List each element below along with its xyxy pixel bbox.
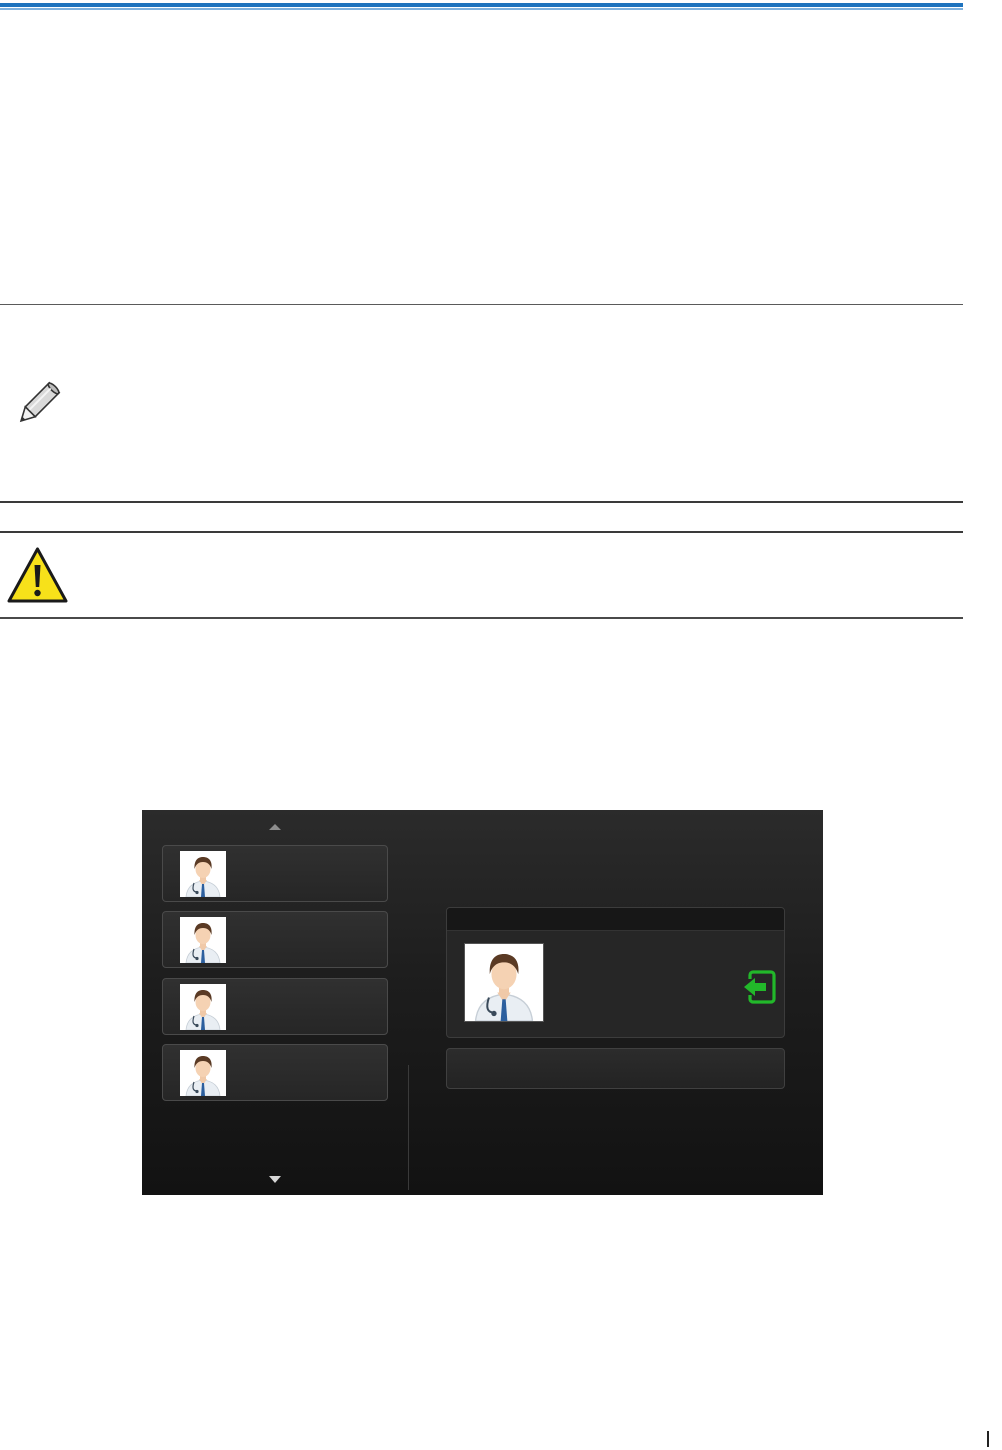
user-tile[interactable]	[162, 911, 388, 968]
chevron-up-icon[interactable]	[269, 824, 281, 830]
login-button[interactable]	[741, 970, 777, 1004]
device-login-screen	[142, 810, 823, 1195]
panel-divider	[408, 1065, 409, 1190]
doctor-avatar	[180, 917, 226, 963]
caution-bottom-rule	[0, 617, 963, 619]
status-bar	[446, 1048, 785, 1089]
selected-user-header	[447, 908, 784, 931]
chevron-down-icon[interactable]	[269, 1176, 281, 1183]
login-arrow-icon	[744, 970, 776, 1004]
doctor-avatar	[180, 1050, 226, 1096]
user-tile[interactable]	[162, 1044, 388, 1101]
warning-triangle-icon	[7, 547, 68, 603]
header-rule	[0, 3, 963, 10]
doctor-avatar	[180, 851, 226, 897]
note-bottom-rule	[0, 501, 963, 503]
pencil-icon	[14, 379, 62, 429]
caution-top-rule	[0, 531, 963, 533]
user-tile[interactable]	[162, 978, 388, 1035]
user-tile[interactable]	[162, 845, 388, 902]
doctor-avatar	[180, 984, 226, 1030]
note-top-rule	[0, 304, 963, 305]
doctor-avatar	[464, 943, 544, 1022]
selected-user-panel	[446, 907, 785, 1038]
page-edge-mark	[987, 1431, 989, 1447]
